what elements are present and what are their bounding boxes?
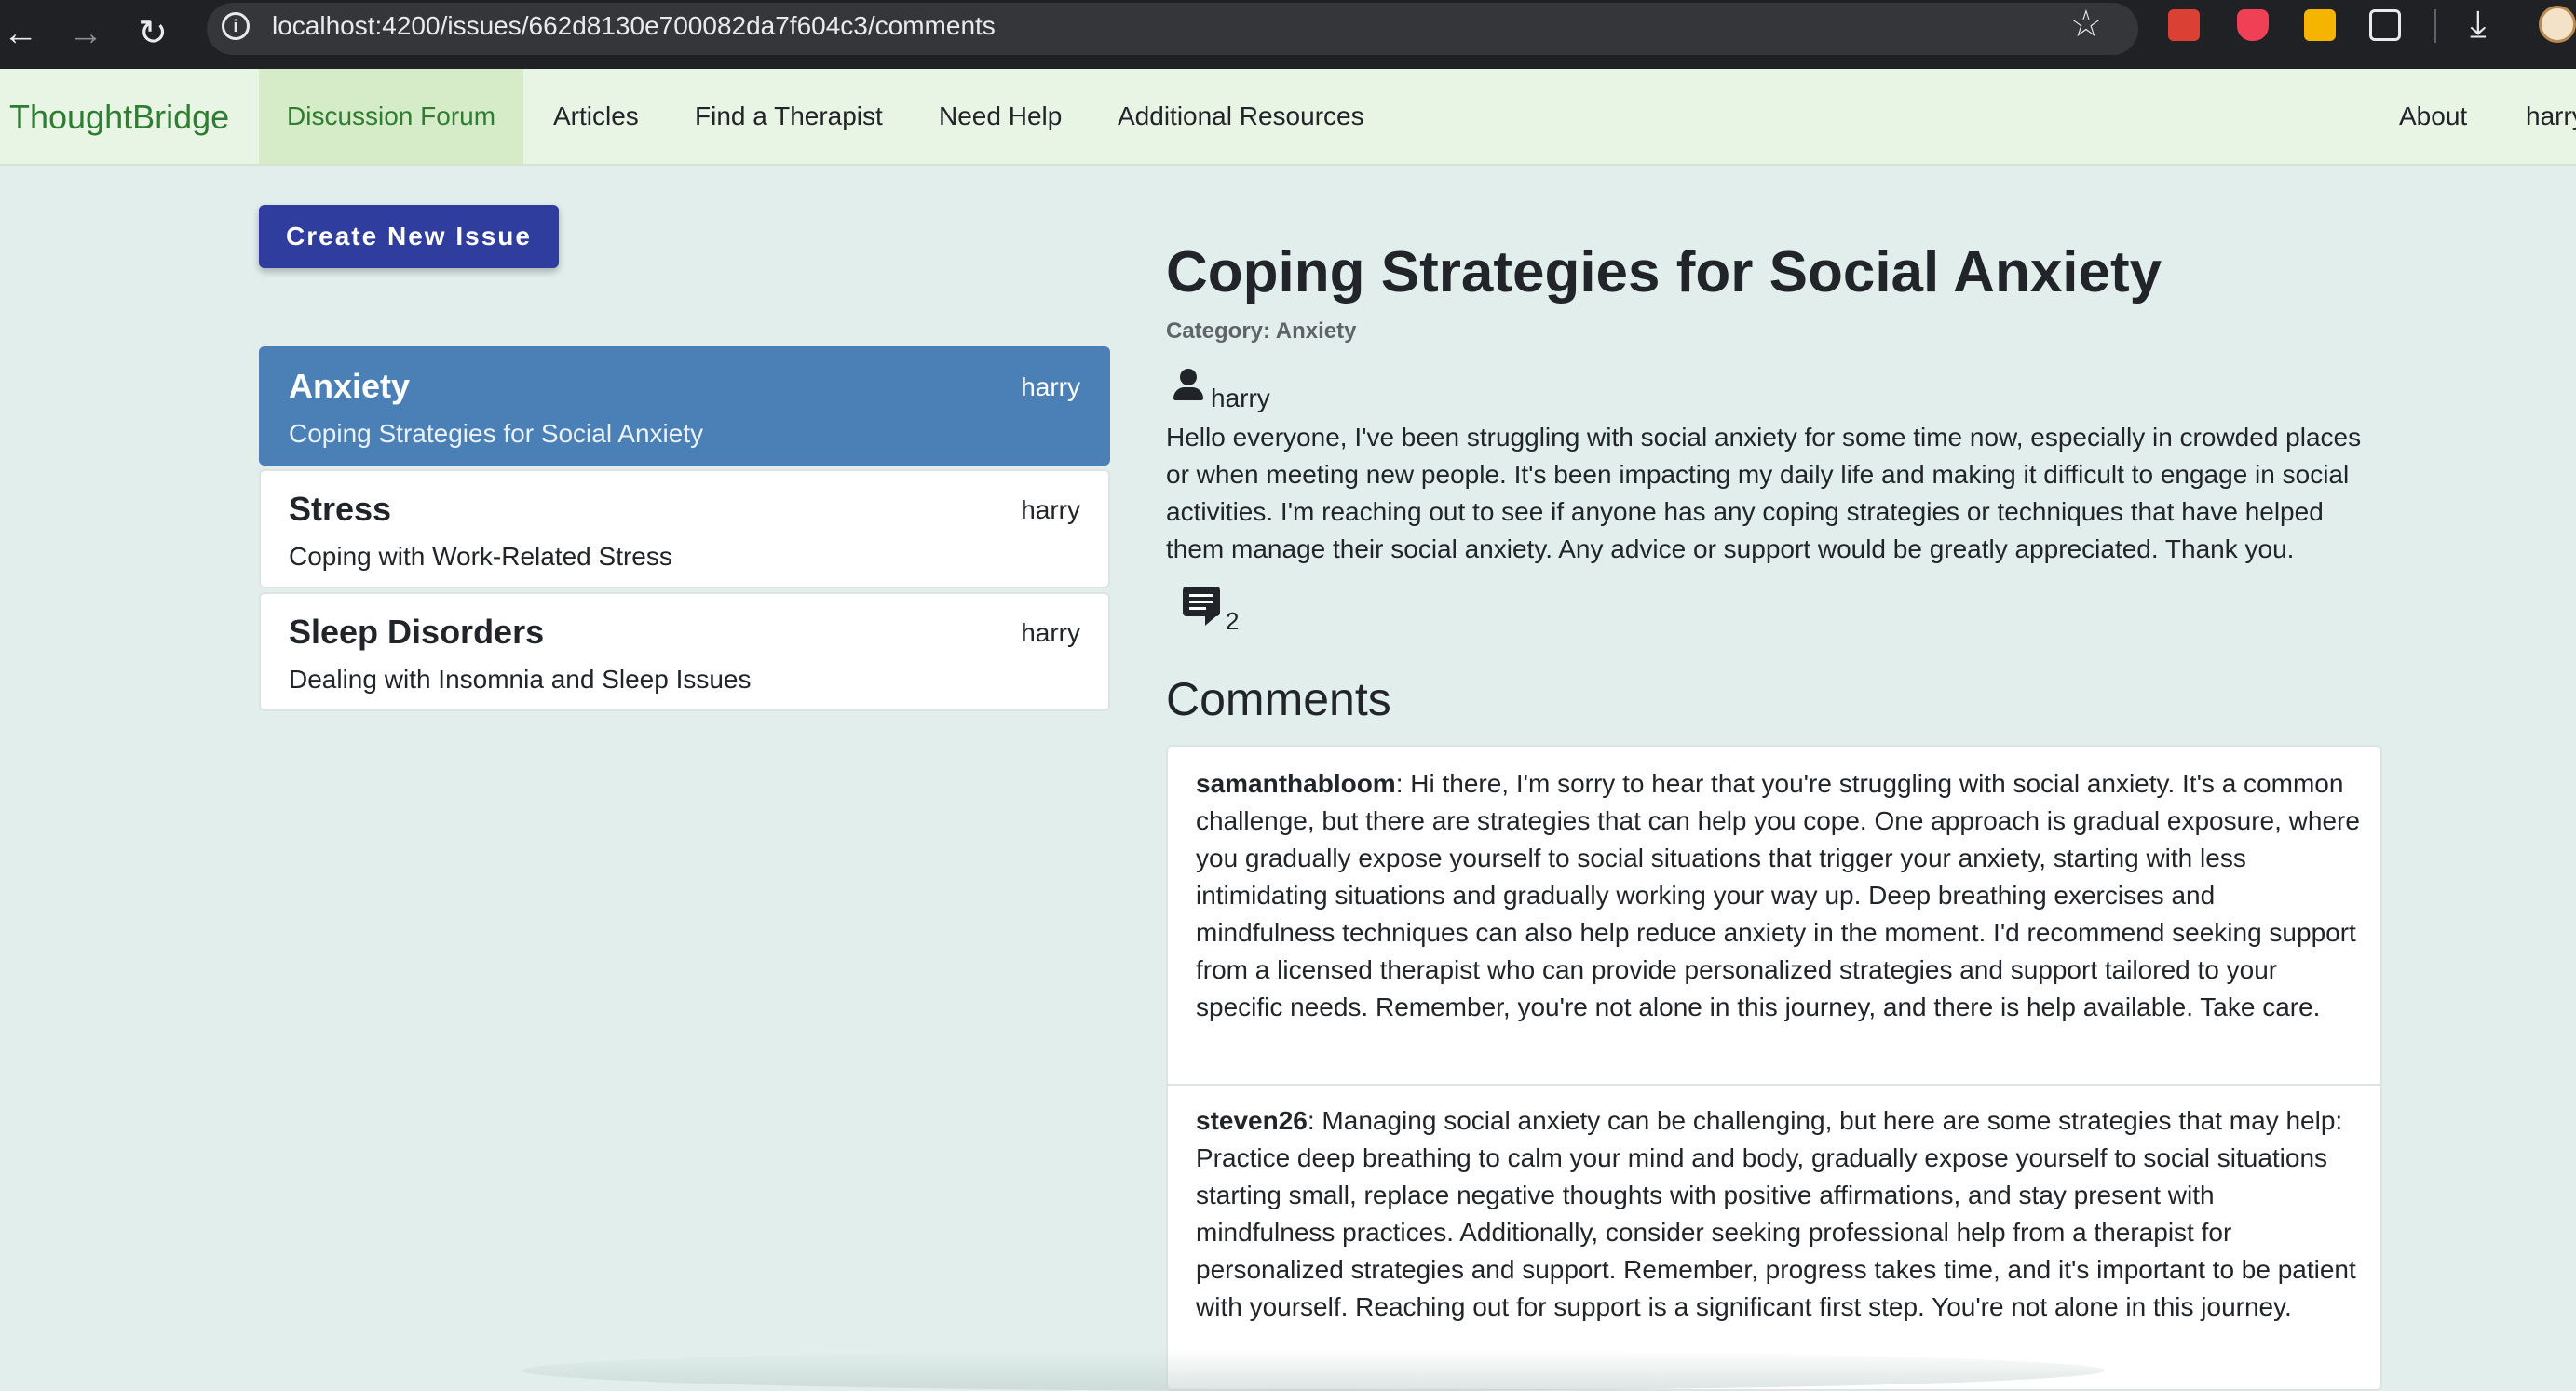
- comment-author[interactable]: steven26: [1196, 1106, 1308, 1135]
- comment-item: samanthabloom: Hi there, I'm sorry to he…: [1196, 765, 2360, 1026]
- issue-category: Stress: [289, 490, 392, 528]
- post-author: harry: [1211, 384, 1270, 412]
- todoist-extension-icon[interactable]: [2168, 9, 2200, 41]
- star-icon[interactable]: ☆: [2069, 6, 2103, 43]
- issue-category: Anxiety: [289, 367, 411, 405]
- browser-toolbar: ← → ↻ i localhost:4200/issues/662d8130e7…: [0, 0, 2576, 69]
- keep-extension-icon[interactable]: [2304, 9, 2336, 41]
- reload-icon[interactable]: ↻: [127, 7, 179, 60]
- issue-title: Coping with Work-Related Stress: [289, 542, 672, 571]
- comment-text: : Hi there, I'm sorry to hear that you'r…: [1196, 769, 2360, 1021]
- brand-logo[interactable]: ThoughtBridge: [9, 69, 229, 166]
- comment-item: steven26: Managing social anxiety can be…: [1196, 1102, 2360, 1326]
- issue-author: harry: [1021, 372, 1080, 401]
- issue-title: Coping Strategies for Social Anxiety: [289, 419, 704, 448]
- profile-avatar[interactable]: [2539, 6, 2576, 43]
- nav-discussion-forum[interactable]: Discussion Forum: [259, 69, 524, 164]
- nav-find-therapist[interactable]: Find a Therapist: [667, 69, 911, 164]
- scroll-shadow: [522, 1350, 2105, 1391]
- comments-list: samanthabloom: Hi there, I'm sorry to he…: [1166, 745, 2382, 1391]
- toolbar-divider: [2434, 9, 2436, 43]
- create-new-issue-button[interactable]: Create New Issue: [259, 205, 559, 268]
- issue-item[interactable]: Stress harry Coping with Work-Related St…: [259, 469, 1110, 588]
- comment-author[interactable]: samanthabloom: [1196, 769, 1396, 798]
- issue-title: Dealing with Insomnia and Sleep Issues: [289, 665, 752, 694]
- comments-heading: Comments: [1166, 673, 1391, 725]
- download-icon[interactable]: ⤓: [2470, 4, 2487, 45]
- forward-icon[interactable]: →: [60, 7, 112, 60]
- issue-item[interactable]: Anxiety harry Coping Strategies for Soci…: [259, 346, 1110, 466]
- comment-icon[interactable]: [1183, 587, 1224, 626]
- nav-user-menu[interactable]: harry: [2498, 69, 2576, 164]
- issue-category: Sleep Disorders: [289, 613, 545, 651]
- url-text[interactable]: localhost:4200/issues/662d8130e700082da7…: [272, 7, 996, 45]
- info-icon[interactable]: i: [222, 12, 250, 40]
- issue-author: harry: [1021, 618, 1080, 647]
- comment-divider: [1168, 1084, 2380, 1086]
- main-navbar: ThoughtBridge Discussion Forum Articles …: [0, 69, 2576, 166]
- issue-author: harry: [1021, 495, 1080, 524]
- nav-need-help[interactable]: Need Help: [911, 69, 1090, 164]
- post-category: Category: Anxiety: [1166, 318, 1357, 344]
- nav-additional-resources[interactable]: Additional Resources: [1090, 69, 1392, 164]
- post-body: Hello everyone, I've been struggling wit…: [1166, 423, 2362, 563]
- nav-articles[interactable]: Articles: [525, 69, 667, 164]
- pocket-extension-icon[interactable]: [2237, 9, 2269, 41]
- back-icon[interactable]: ←: [0, 7, 47, 60]
- comment-text: : Managing social anxiety can be challen…: [1196, 1106, 2356, 1321]
- comment-count: 2: [1226, 607, 1240, 635]
- extensions-icon[interactable]: [2369, 9, 2401, 41]
- issue-item[interactable]: Sleep Disorders harry Dealing with Insom…: [259, 592, 1110, 711]
- issue-list: Anxiety harry Coping Strategies for Soci…: [259, 346, 1110, 715]
- nav-about[interactable]: About: [2371, 69, 2495, 164]
- user-icon: [1172, 367, 1205, 404]
- post-title: Coping Strategies for Social Anxiety: [1166, 240, 2162, 304]
